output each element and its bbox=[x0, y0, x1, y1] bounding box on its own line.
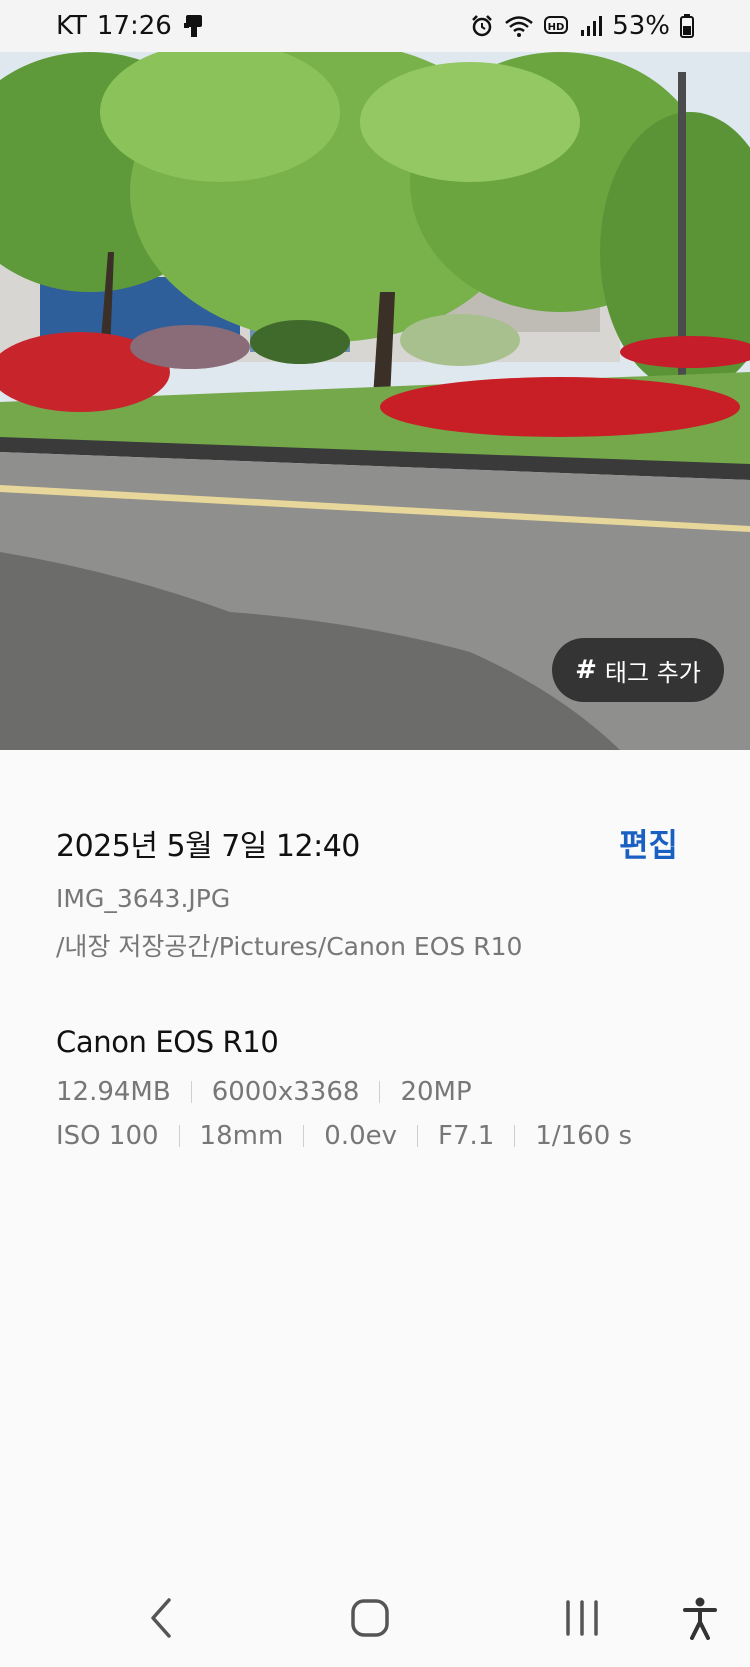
photo-preview[interactable]: # 태그 추가 bbox=[0, 52, 750, 750]
file-size: 12.94MB bbox=[56, 1077, 171, 1107]
megapixels: 20MP bbox=[400, 1077, 472, 1107]
add-tag-label: 태그 추가 bbox=[604, 658, 701, 687]
carrier-label: KT bbox=[56, 11, 87, 41]
hd-voice-icon: HD bbox=[544, 15, 570, 37]
divider bbox=[417, 1125, 419, 1147]
battery-percent: 53% bbox=[612, 11, 670, 41]
date-row: 2025년 5월 7일 12:40 편집 bbox=[56, 820, 696, 866]
divider bbox=[303, 1125, 305, 1147]
clock-time: 17:26 bbox=[96, 11, 172, 41]
aperture: F7.1 bbox=[438, 1121, 495, 1151]
alarm-icon bbox=[470, 14, 494, 38]
navigation-bar bbox=[0, 1570, 750, 1660]
wifi-icon bbox=[504, 14, 534, 38]
file-name: IMG_3643.JPG bbox=[56, 884, 231, 913]
divider bbox=[514, 1125, 516, 1147]
photo-details-screen: KT 17:26 HD 53% # 태그 추가 2025년 5월 7일 12:4… bbox=[0, 0, 750, 1667]
resolution: 6000x3368 bbox=[211, 1077, 360, 1107]
hash-icon: # bbox=[575, 655, 597, 685]
divider bbox=[178, 1125, 180, 1147]
device-icon bbox=[182, 13, 206, 39]
divider bbox=[190, 1081, 192, 1103]
back-icon[interactable] bbox=[132, 1588, 192, 1648]
iso-value: ISO 100 bbox=[56, 1121, 159, 1151]
exposure-value: 0.0ev bbox=[324, 1121, 398, 1151]
file-path: /내장 저장공간/Pictures/Canon EOS R10 bbox=[56, 932, 523, 961]
divider bbox=[379, 1081, 381, 1103]
photo-details-panel: 2025년 5월 7일 12:40 편집 IMG_3643.JPG /내장 저장… bbox=[56, 820, 696, 1151]
photo-date-time: 2025년 5월 7일 12:40 bbox=[56, 829, 360, 864]
exposure-specs-row: ISO 100 18mm 0.0ev F7.1 1/160 s bbox=[56, 1121, 696, 1151]
status-bar-left: KT 17:26 bbox=[56, 13, 206, 39]
svg-text:HD: HD bbox=[548, 22, 565, 33]
recents-icon[interactable] bbox=[552, 1588, 612, 1648]
battery-icon bbox=[680, 14, 694, 38]
camera-model: Canon EOS R10 bbox=[56, 1025, 279, 1059]
add-tag-button[interactable]: # 태그 추가 bbox=[552, 638, 724, 702]
signal-icon bbox=[580, 14, 603, 38]
file-specs-row: 12.94MB 6000x3368 20MP bbox=[56, 1077, 696, 1107]
shutter-speed: 1/160 s bbox=[535, 1121, 633, 1151]
status-bar-right: HD 53% bbox=[470, 13, 694, 39]
focal-length: 18mm bbox=[199, 1121, 284, 1151]
edit-button[interactable]: 편집 bbox=[619, 820, 678, 866]
status-bar: KT 17:26 HD 53% bbox=[0, 0, 750, 52]
accessibility-icon[interactable] bbox=[670, 1588, 730, 1648]
home-icon[interactable] bbox=[340, 1588, 400, 1648]
